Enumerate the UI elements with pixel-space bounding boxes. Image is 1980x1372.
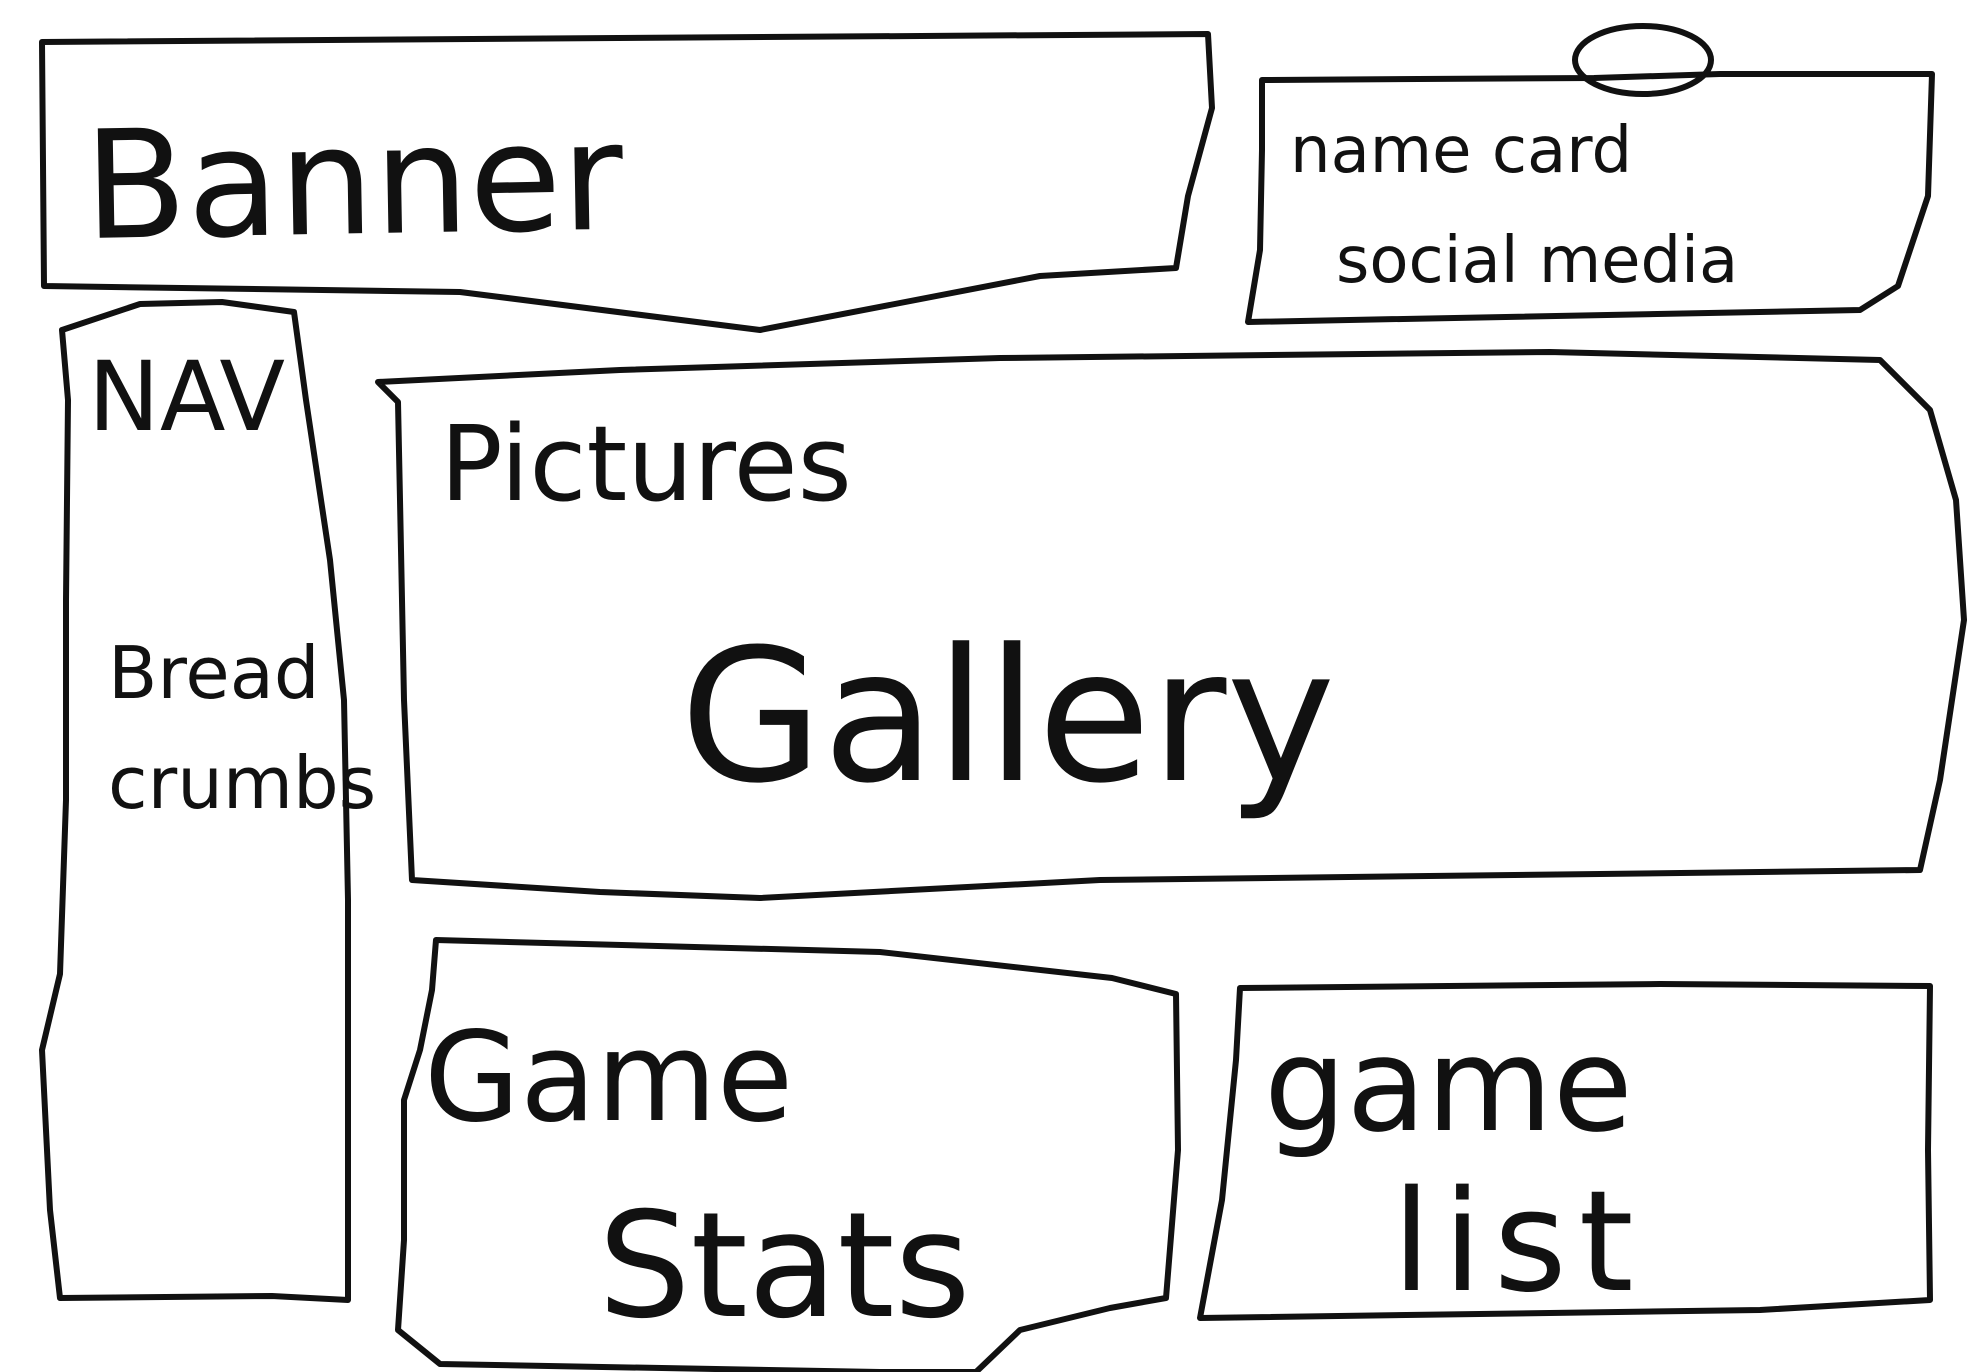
nav-label: NAV — [88, 341, 285, 453]
game-list-line1: game — [1264, 1009, 1633, 1161]
nav-box: NAV Bread crumbs — [39, 299, 376, 1303]
gallery-box: Pictures Gallery — [375, 349, 1967, 901]
game-stats-line1: Game — [424, 1006, 793, 1150]
wireframe-sketch: Banner name card social media NAV Bread … — [39, 23, 1967, 1372]
social-media-label: social media — [1336, 224, 1738, 298]
breadcrumbs-label-line1: Bread — [108, 631, 320, 715]
gallery-label: Gallery — [680, 610, 1335, 824]
banner-box: Banner — [39, 31, 1215, 333]
name-card-box: name card social media — [1245, 23, 1935, 325]
game-list-box: game list — [1197, 981, 1933, 1324]
breadcrumbs-label-line2: crumbs — [108, 741, 376, 825]
pictures-label: Pictures — [440, 403, 852, 525]
name-card-line1: name card — [1290, 114, 1632, 188]
banner-label: Banner — [83, 91, 625, 274]
game-stats-box: Game Stats — [395, 937, 1181, 1372]
avatar-icon — [1572, 23, 1714, 97]
game-list-line2: list — [1392, 1161, 1646, 1324]
game-stats-line2: Stats — [598, 1181, 971, 1351]
